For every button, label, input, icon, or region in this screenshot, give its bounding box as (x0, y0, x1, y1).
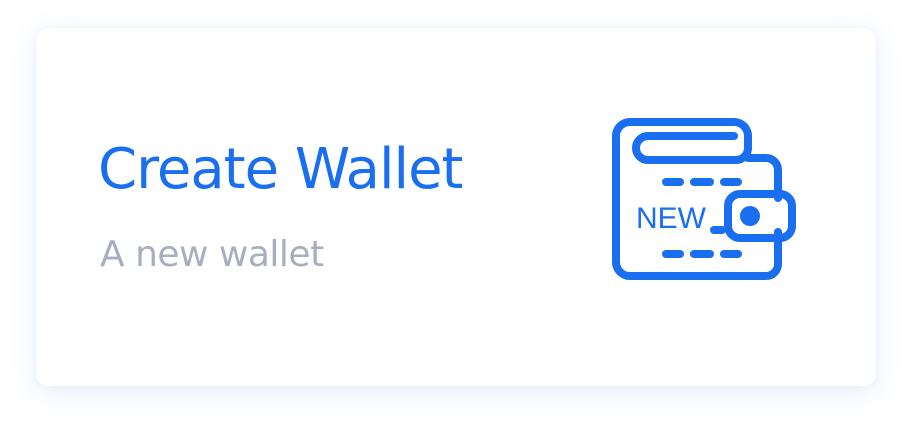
create-wallet-card[interactable]: Create Wallet A new wallet NEW (36, 28, 876, 386)
card-subtitle: A new wallet (100, 234, 324, 275)
new-badge-text: NEW (636, 202, 707, 235)
clasp-dot (740, 206, 760, 226)
wallet-new-icon: NEW (612, 118, 796, 280)
card-title: Create Wallet (98, 137, 464, 202)
